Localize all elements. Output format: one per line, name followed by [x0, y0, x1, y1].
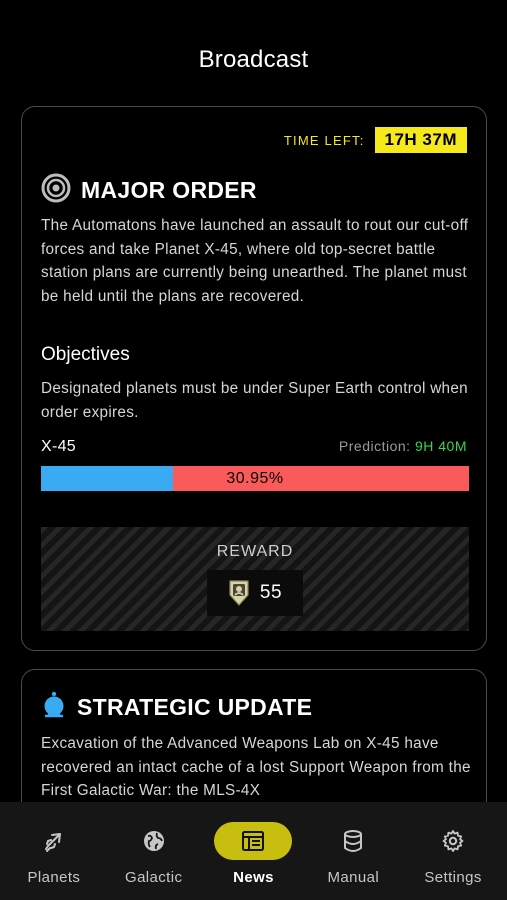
tab-news-label: News: [233, 869, 274, 886]
tab-galactic-pill: [115, 822, 193, 860]
beacon-icon: [41, 690, 67, 725]
tab-planets-label: Planets: [27, 869, 81, 886]
time-left-value: 17H 37M: [374, 127, 467, 153]
rocket-icon: [42, 829, 66, 853]
tab-settings-label: Settings: [424, 869, 482, 886]
medal-icon: [228, 579, 250, 607]
strategic-update-card: STRATEGIC UPDATE Excavation of the Advan…: [21, 669, 487, 802]
progress-label: 30.95%: [226, 469, 284, 487]
tab-planets-pill: [15, 822, 93, 860]
reward-label: REWARD: [216, 543, 294, 560]
objectives-description: Designated planets must be under Super E…: [41, 380, 468, 421]
major-order-card: TIME LEFT: 17H 37M MAJOR ORDER The Autom…: [21, 106, 487, 651]
database-icon: [341, 829, 365, 853]
tab-manual-label: Manual: [327, 869, 380, 886]
liberation-progress-bar: 30.95%: [41, 466, 469, 491]
major-order-header: MAJOR ORDER: [41, 173, 257, 208]
planet-name: X-45: [41, 438, 76, 455]
tab-settings-pill: [414, 822, 492, 860]
major-order-description: The Automatons have launched an assault …: [41, 217, 469, 305]
tab-galactic[interactable]: Galactic: [104, 802, 204, 900]
strategic-update-header: STRATEGIC UPDATE: [41, 690, 312, 725]
header: Broadcast: [0, 0, 507, 100]
major-order-title: MAJOR ORDER: [81, 177, 257, 203]
reward-amount: 55: [259, 582, 283, 603]
strategic-update-description: Excavation of the Advanced Weapons Lab o…: [41, 735, 471, 799]
planet-row: X-45 Prediction: 9H 40M: [41, 438, 467, 456]
gear-icon: [441, 829, 465, 853]
tab-manual[interactable]: Manual: [303, 802, 403, 900]
time-left: TIME LEFT: 17H 37M: [284, 127, 467, 153]
time-left-label: TIME LEFT:: [283, 132, 365, 148]
tab-manual-pill: [314, 822, 392, 860]
objectives-heading: Objectives: [41, 344, 130, 365]
tab-galactic-label: Galactic: [125, 869, 183, 886]
news-feed[interactable]: TIME LEFT: 17H 37M MAJOR ORDER The Autom…: [0, 100, 507, 802]
page-title: Broadcast: [198, 46, 309, 73]
tab-settings[interactable]: Settings: [403, 802, 503, 900]
globe-icon: [142, 829, 166, 853]
prediction-label: Prediction:: [338, 438, 411, 454]
reward-chip: 55: [207, 570, 303, 616]
target-rings-icon: [41, 173, 71, 208]
prediction-value: 9H 40M: [414, 438, 467, 454]
tab-planets[interactable]: Planets: [4, 802, 104, 900]
reward-box: REWARD 55: [41, 527, 469, 631]
newspaper-icon: [241, 829, 265, 853]
tab-news-pill: [214, 822, 293, 860]
prediction: Prediction: 9H 40M: [339, 438, 467, 454]
tab-news[interactable]: News: [204, 802, 304, 900]
tab-bar: Planets Galactic News Manual Settings: [0, 802, 507, 900]
strategic-update-title: STRATEGIC UPDATE: [77, 694, 313, 720]
